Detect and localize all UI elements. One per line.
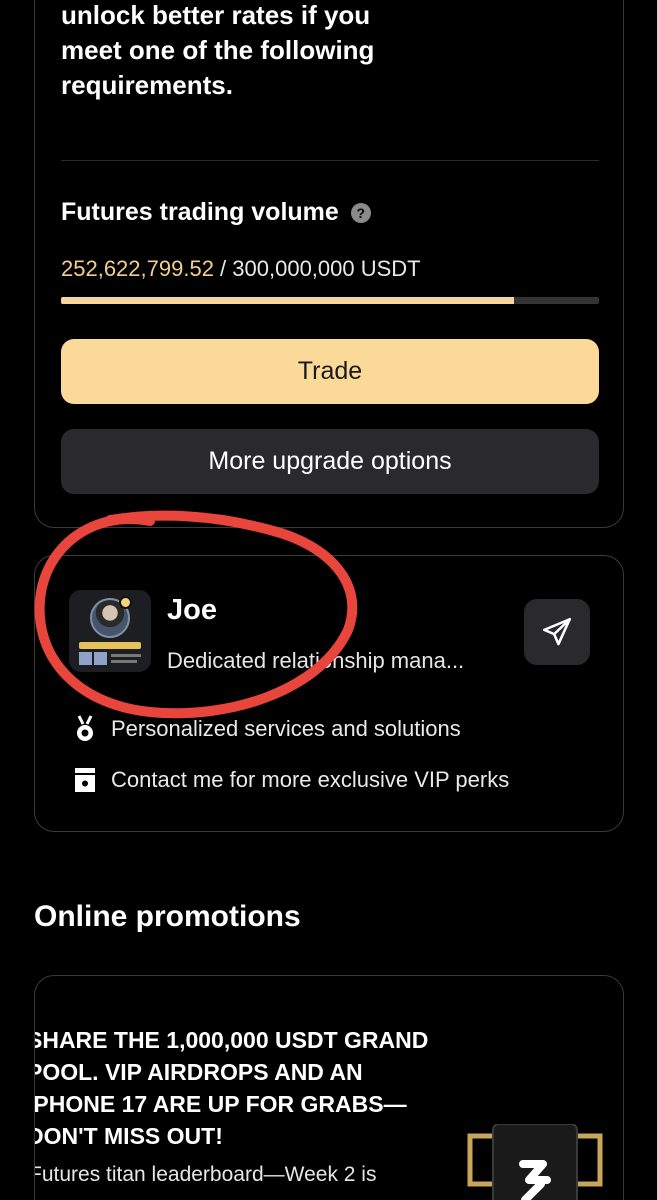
online-status-dot — [119, 596, 132, 609]
trade-button[interactable]: Trade — [61, 339, 599, 404]
perk-item: Contact me for more exclusive VIP perks — [73, 765, 509, 795]
avatar — [69, 590, 151, 672]
online-promotions-title: Online promotions — [34, 900, 301, 933]
promotion-subtitle: Futures titan leaderboard—Week 2 is — [34, 1163, 377, 1186]
contact-manager-button[interactable] — [524, 599, 590, 665]
send-paper-plane-icon — [542, 617, 572, 646]
manager-role: Dedicated relationship mana... — [167, 648, 465, 673]
current-volume: 252,622,799.52 — [61, 256, 214, 281]
trophy-icon — [467, 1124, 603, 1200]
volume-title-row: Futures trading volume ? — [61, 198, 371, 227]
more-upgrade-options-button[interactable]: More upgrade options — [61, 429, 599, 494]
target-volume: 300,000,000 USDT — [232, 256, 421, 281]
volume-values: 252,622,799.52 / 300,000,000 USDT — [61, 256, 421, 282]
question-mark-icon[interactable]: ? — [350, 202, 371, 223]
volume-requirement-title: Futures trading volume — [61, 198, 339, 226]
page: unlock better rates if you meet one of t… — [0, 0, 657, 1200]
upgrade-card: unlock better rates if you meet one of t… — [34, 0, 624, 528]
medal-icon — [73, 714, 97, 744]
avatar-contact-line — [111, 654, 141, 657]
volume-progress-bar — [61, 297, 599, 304]
divider — [61, 160, 599, 161]
perk-text: Contact me for more exclusive VIP perks — [111, 767, 510, 792]
qr-code-icon — [94, 652, 107, 665]
avatar-contact-line — [111, 660, 137, 663]
promotion-card[interactable]: SHARE THE 1,000,000 USDT GRAND POOL. VIP… — [34, 975, 624, 1200]
qr-code-icon — [79, 652, 92, 665]
perk-item: Personalized services and solutions — [73, 714, 461, 744]
volume-progress-fill — [61, 297, 514, 304]
upgrade-intro-text: unlock better rates if you meet one of t… — [61, 0, 375, 100]
relationship-manager-card[interactable]: Joe Dedicated relationship mana... Perso… — [34, 555, 624, 832]
perk-text: Personalized services and solutions — [111, 716, 461, 741]
avatar-name-badge — [79, 642, 141, 649]
promotion-headline: SHARE THE 1,000,000 USDT GRAND POOL. VIP… — [34, 1027, 429, 1149]
volume-separator: / — [213, 256, 233, 281]
gift-card-icon — [73, 765, 97, 795]
manager-name: Joe — [167, 594, 217, 626]
